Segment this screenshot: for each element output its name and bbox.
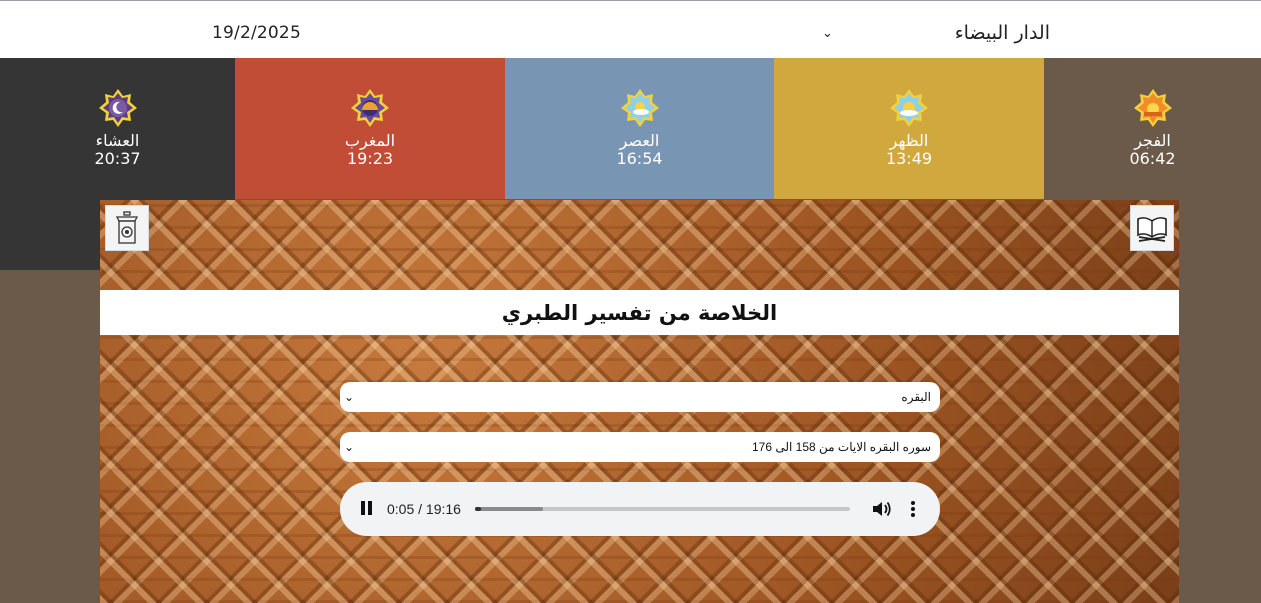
page-title: الخلاصة من تفسير الطبري (501, 300, 778, 325)
audio-progress-bar[interactable] (475, 507, 850, 511)
prayer-time: 16:54 (616, 149, 663, 168)
quran-button[interactable] (1130, 205, 1174, 251)
noon-star-icon (890, 89, 928, 127)
pause-icon (361, 501, 365, 515)
surah-select[interactable]: ⌄ البقره (340, 382, 940, 412)
sunrise-star-icon (1133, 89, 1172, 127)
pause-icon (368, 501, 372, 515)
prayer-time: 19:23 (346, 149, 394, 168)
audio-played (475, 507, 481, 511)
prayer-asr: العصر 16:54 (505, 58, 774, 199)
prayer-maghrib: المغرب 19:23 (235, 58, 505, 199)
top-bar: 19/2/2025 ⌄ الدار البيضاء (0, 0, 1261, 58)
prayer-time: 20:37 (94, 149, 141, 168)
prayer-name: العشاء (95, 131, 140, 150)
quran-book-icon (1137, 217, 1167, 242)
tafsir-panel: الخلاصة من تفسير الطبري ⌄ البقره ⌄ سوره … (100, 200, 1179, 603)
chevron-down-icon: ⌄ (822, 25, 833, 41)
city-select-value: الدار البيضاء (954, 22, 1050, 44)
title-band: الخلاصة من تفسير الطبري (100, 290, 1179, 335)
afternoon-star-icon (620, 89, 659, 127)
verses-select[interactable]: ⌄ سوره البقره الايات من 158 الى 176 (340, 432, 940, 462)
prayer-name: المغرب (344, 131, 396, 150)
audio-time: 0:05 / 19:16 (387, 501, 461, 517)
prayer-name: الفجر (1134, 131, 1171, 150)
moon-star-icon (98, 89, 137, 127)
minbar-button[interactable] (105, 205, 149, 251)
prayer-dhuhr: الظهر 13:49 (774, 58, 1044, 199)
chevron-down-icon: ⌄ (344, 390, 355, 404)
prayer-time: 13:49 (885, 149, 933, 168)
volume-icon[interactable] (871, 499, 893, 519)
chevron-down-icon: ⌄ (344, 440, 355, 454)
verses-select-value: سوره البقره الايات من 158 الى 176 (751, 440, 931, 454)
city-select[interactable]: ⌄ الدار البيضاء (820, 19, 1050, 47)
current-date: 19/2/2025 (212, 23, 301, 43)
audio-player: 0:05 / 19:16 (340, 482, 940, 536)
sunset-star-icon (351, 89, 389, 127)
audio-buffered (475, 507, 543, 511)
surah-select-value: البقره (901, 390, 931, 404)
more-options-icon[interactable] (908, 500, 918, 518)
prayer-time: 06:42 (1129, 149, 1176, 168)
prayer-times-bar: العشاء 20:37 المغرب 19:23 العصر 16:54 ال… (0, 58, 1261, 270)
prayer-name: العصر (619, 131, 660, 150)
minbar-icon (115, 211, 139, 244)
pause-button[interactable] (360, 501, 374, 517)
prayer-name: الظهر (889, 131, 929, 150)
prayer-fajr: الفجر 06:42 (1044, 58, 1261, 199)
